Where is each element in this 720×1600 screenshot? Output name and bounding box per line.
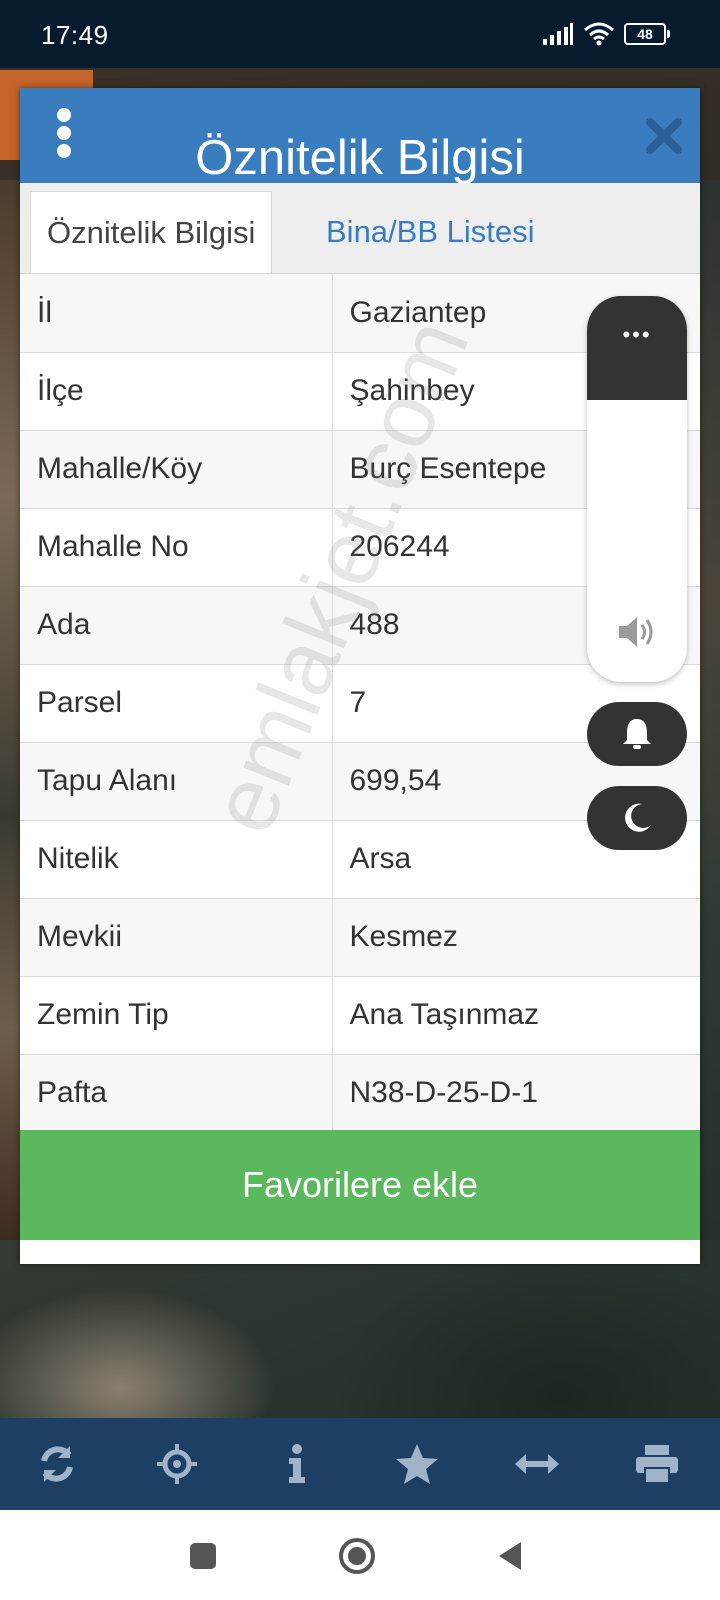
map-edge-left — [0, 180, 22, 1240]
dialog-title: Öznitelik Bilgisi — [195, 131, 525, 183]
ringer-button[interactable] — [587, 702, 687, 766]
attribute-key: Mahalle/Köy — [20, 429, 333, 508]
dialog-header: Öznitelik Bilgisi — [20, 88, 700, 183]
table-row: Zemin Tip Ana Taşınmaz — [20, 975, 700, 1054]
measure-button[interactable] — [514, 1441, 560, 1487]
close-icon[interactable] — [644, 116, 684, 156]
attribute-key: Tapu Alanı — [20, 741, 333, 820]
tab-building-list[interactable]: Bina/BB Listesi — [310, 191, 551, 273]
attribute-key: Parsel — [20, 663, 333, 742]
attribute-key: Mevkii — [20, 897, 333, 976]
print-button[interactable] — [634, 1441, 680, 1487]
info-button[interactable] — [274, 1441, 320, 1487]
home-icon[interactable] — [337, 1536, 377, 1576]
bell-icon — [623, 719, 651, 749]
signal-icon — [543, 23, 573, 45]
info-icon — [289, 1444, 305, 1483]
attribute-dialog: Öznitelik Bilgisi Öznitelik Bilgisi Bina… — [20, 88, 700, 1264]
attribute-key: İl — [20, 274, 333, 352]
more-icon[interactable]: ••• — [587, 322, 687, 348]
table-row: Mevkii Kesmez — [20, 897, 700, 976]
battery-icon: 48 — [624, 23, 670, 45]
moon-icon — [625, 803, 651, 832]
add-to-favorites-button[interactable]: Favorilere ekle — [20, 1130, 700, 1240]
volume-panel[interactable]: ••• — [587, 296, 687, 682]
map-edge-right — [698, 180, 720, 1240]
locate-icon — [157, 1444, 197, 1484]
print-icon — [636, 1445, 678, 1484]
attribute-key: Ada — [20, 585, 333, 664]
star-icon — [396, 1444, 438, 1484]
attribute-key: Nitelik — [20, 819, 333, 898]
favorites-button[interactable] — [394, 1441, 440, 1487]
table-row: Pafta N38-D-25-D-1 — [20, 1053, 700, 1132]
locate-button[interactable] — [154, 1441, 200, 1487]
measure-icon — [515, 1454, 559, 1474]
speaker-icon[interactable] — [617, 614, 657, 650]
system-nav-bar — [0, 1510, 720, 1600]
attribute-value: Kesmez — [332, 897, 700, 976]
status-time: 17:49 — [41, 20, 109, 50]
bottom-toolbar — [0, 1418, 720, 1510]
tab-attribute-info[interactable]: Öznitelik Bilgisi — [30, 191, 273, 273]
attribute-key: İlçe — [20, 351, 333, 430]
back-icon[interactable] — [491, 1536, 531, 1576]
status-bar: 17:49 48 — [0, 0, 720, 68]
refresh-icon — [41, 1446, 73, 1482]
volume-menu[interactable]: ••• — [587, 296, 687, 400]
recents-icon[interactable] — [183, 1536, 223, 1576]
attribute-key: Pafta — [20, 1053, 333, 1132]
wifi-icon — [584, 22, 614, 46]
do-not-disturb-button[interactable] — [587, 786, 687, 850]
attribute-value: N38-D-25-D-1 — [332, 1053, 700, 1132]
refresh-button[interactable] — [34, 1441, 80, 1487]
tab-bar: Öznitelik Bilgisi Bina/BB Listesi — [20, 183, 700, 274]
attribute-key: Zemin Tip — [20, 975, 333, 1054]
attribute-value: Ana Taşınmaz — [332, 975, 700, 1054]
attribute-key: Mahalle No — [20, 507, 333, 586]
status-icons: 48 — [542, 21, 670, 47]
